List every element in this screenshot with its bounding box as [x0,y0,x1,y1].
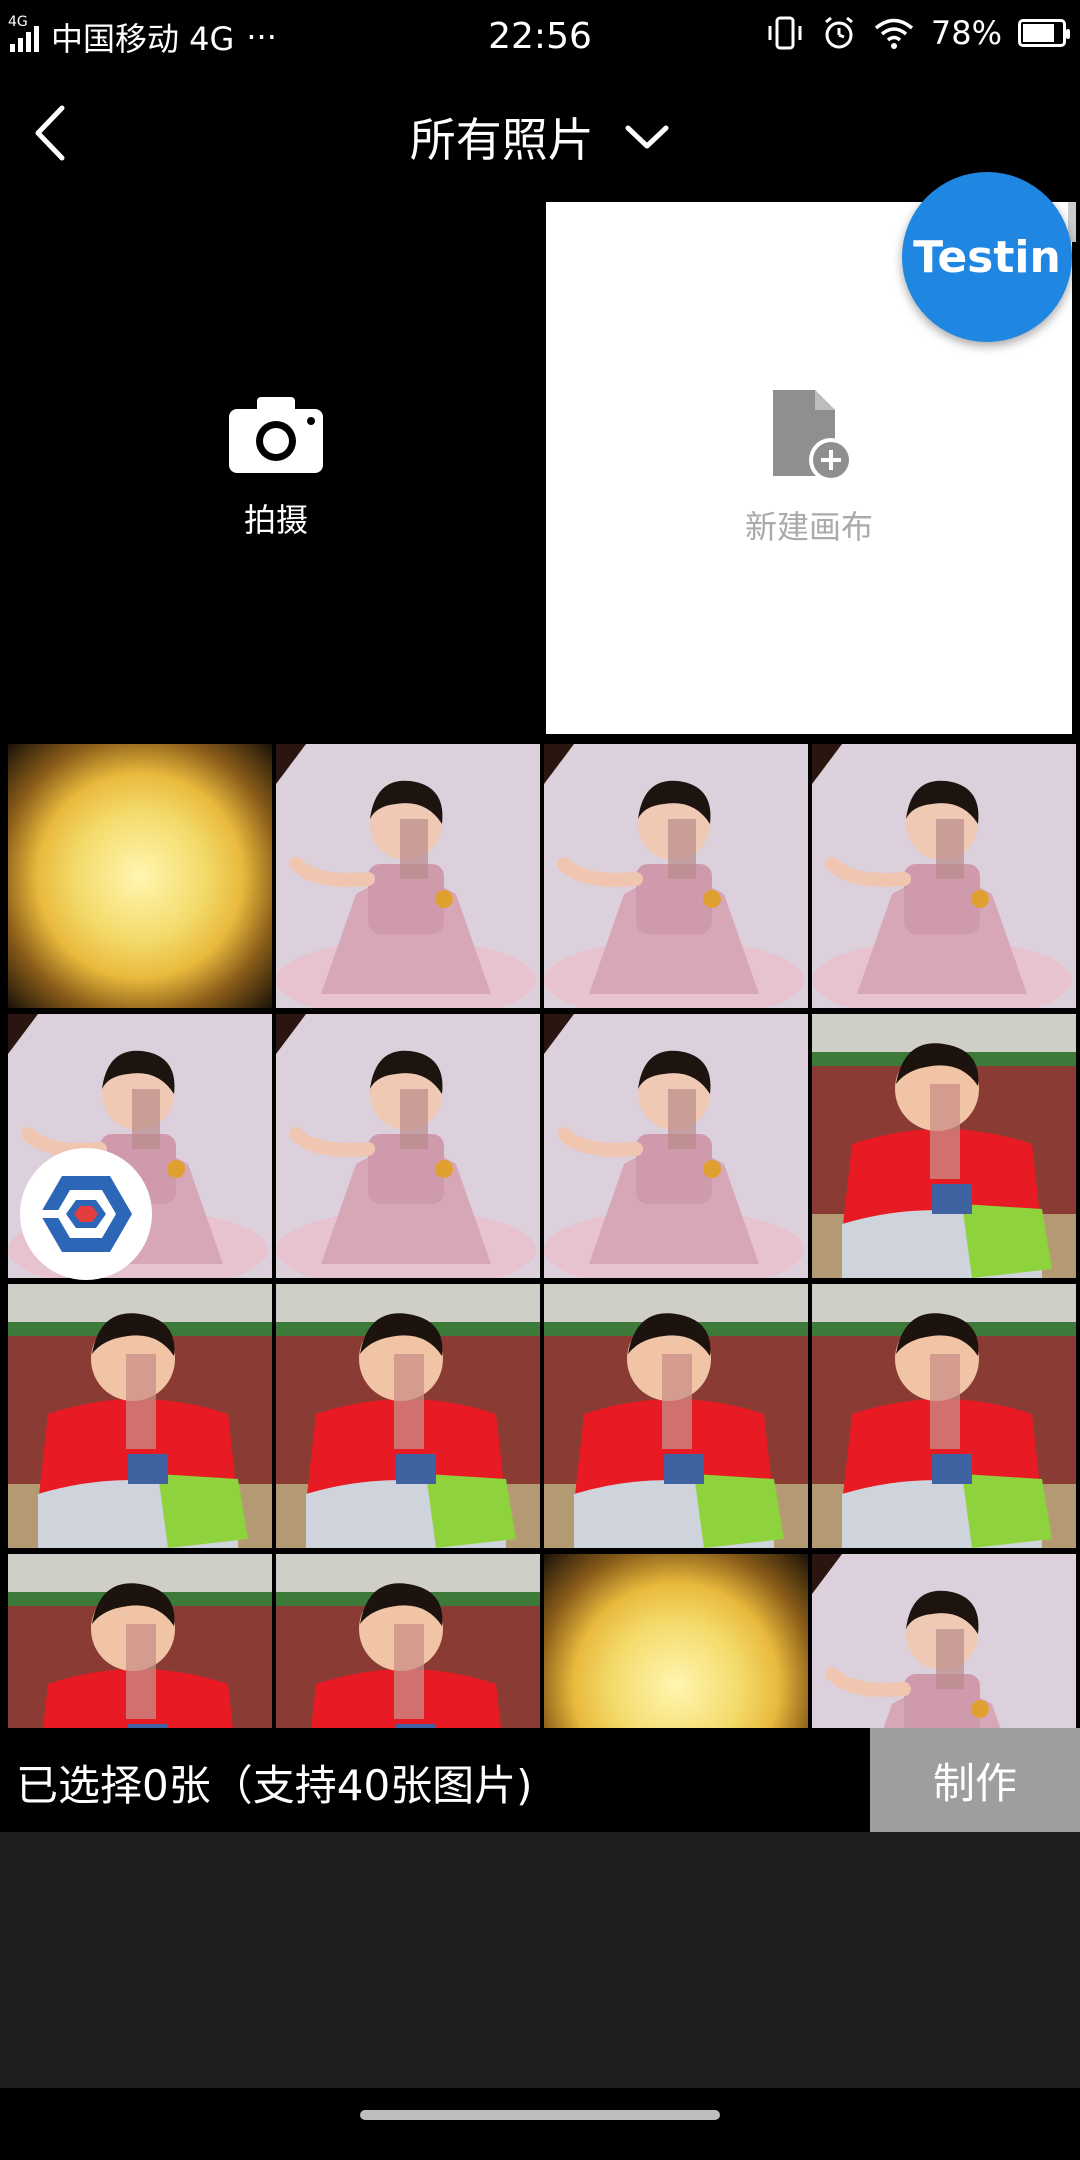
home-indicator[interactable] [360,2110,720,2120]
new-canvas-label: 新建画布 [744,508,873,546]
battery-percent: 78% [930,14,1002,52]
photo-thumbnail[interactable] [8,1284,272,1548]
make-button[interactable]: 制作 [870,1728,1080,1832]
photo-thumbnail[interactable] [812,1554,1076,1728]
camera-icon [229,397,323,473]
photo-thumbnail[interactable] [812,744,1076,1008]
testin-label: Testin [913,231,1061,283]
photo-thumbnail[interactable] [544,1014,808,1278]
photo-thumbnail[interactable] [544,744,808,1008]
photo-thumbnail[interactable] [276,1014,540,1278]
bottom-bar: 已选择0张（支持40张图片) 制作 [0,1728,1080,1832]
photo-thumbnail[interactable] [276,1554,540,1728]
gesture-nav-bar [0,2088,1080,2160]
wifi-icon [874,18,913,49]
app-logo-bubble[interactable] [20,1148,152,1280]
photo-thumbnail[interactable] [276,1284,540,1548]
photo-thumbnail[interactable] [812,1014,1076,1278]
photo-thumbnail[interactable] [544,1554,808,1728]
selection-count: 已选择0张（支持40张图片) [16,1761,533,1810]
photo-thumbnail[interactable] [544,1284,808,1548]
photo-thumbnail[interactable] [812,1284,1076,1548]
testin-floating-button[interactable]: Testin [902,172,1072,342]
photo-grid[interactable]: 拍摄 新建画布 [0,194,1080,1728]
page-title: 所有照片 [409,113,594,167]
photo-thumbnail[interactable] [8,1554,272,1728]
vibrate-icon [768,16,802,50]
chevron-down-icon [625,125,669,149]
camera-label: 拍摄 [243,501,308,539]
empty-area [0,1832,1080,2088]
camera-tile[interactable]: 拍摄 [8,202,544,734]
photo-thumbnail[interactable] [276,744,540,1008]
photo-thumbnail[interactable] [8,744,272,1008]
status-bar: 4G 中国移动 4G ··· 22:56 78% [0,0,1080,76]
album-selector[interactable]: 所有照片 [0,104,1080,170]
new-file-icon [773,390,853,482]
battery-icon [1018,19,1070,47]
alarm-icon [824,16,853,49]
header: 所有照片 [0,76,1080,194]
hexagon-logo-icon [38,1176,132,1252]
